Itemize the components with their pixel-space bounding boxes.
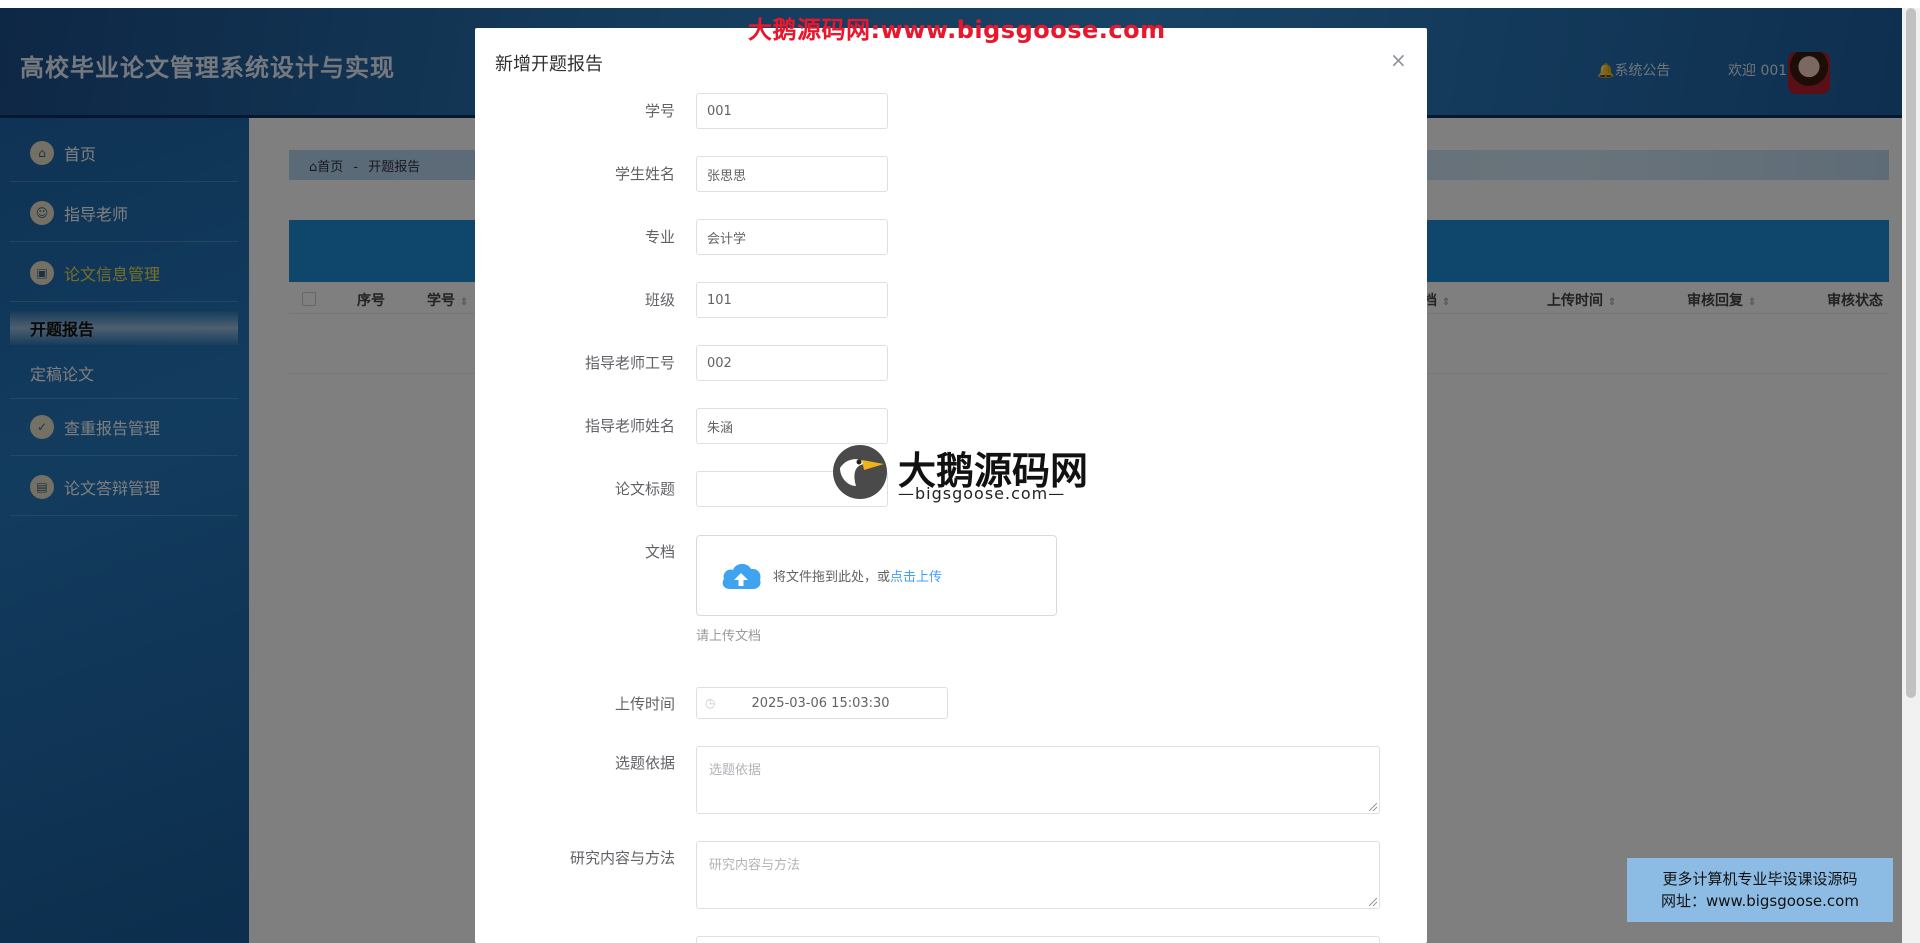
page-scrollbar[interactable] [1902, 8, 1920, 943]
upload-tip: 请上传文档 [696, 629, 762, 644]
label-class: 班级 [644, 291, 675, 309]
label-student-name: 学生姓名 [614, 165, 675, 183]
ad-banner[interactable]: 更多计算机专业毕设课设源码 网址：www.bigsgoose.com [1627, 858, 1893, 922]
label-basis: 选题依据 [614, 754, 675, 772]
watermark-top: 大鹅源码网:www.bigsgoose.com [748, 16, 1166, 44]
student-name-input[interactable]: 张思思 [696, 156, 888, 192]
major-input[interactable]: 会计学 [696, 219, 888, 255]
goose-logo-icon [833, 445, 887, 499]
clock-icon: ◷ [705, 696, 716, 710]
label-student-no: 学号 [644, 102, 675, 120]
upload-link[interactable]: 点击上传 [890, 566, 942, 585]
cloud-upload-icon [722, 563, 761, 589]
label-research: 研究内容与方法 [569, 849, 675, 867]
top-strip [0, 0, 1920, 8]
upload-time-value: 2025-03-06 15:03:30 [751, 695, 890, 711]
close-icon[interactable]: × [1390, 48, 1407, 72]
dialog-title: 新增开题报告 [495, 54, 603, 75]
upload-text: 将文件拖到此处，或 [773, 570, 891, 585]
scrollbar-thumb[interactable] [1906, 8, 1916, 698]
research-placeholder: 研究内容与方法 [709, 858, 801, 873]
upload-dropzone[interactable]: 将文件拖到此处，或 点击上传 [696, 535, 1057, 616]
student-no-input[interactable]: 001 [696, 93, 888, 129]
label-upload-time: 上传时间 [614, 695, 675, 713]
label-teacher-name: 指导老师姓名 [584, 417, 675, 435]
teacher-name-input[interactable]: 朱涵 [696, 408, 888, 444]
ad-line-2: 网址：www.bigsgoose.com [1661, 892, 1859, 910]
research-textarea[interactable]: 研究内容与方法 [696, 841, 1380, 909]
resize-handle[interactable] [1369, 803, 1377, 811]
basis-placeholder: 选题依据 [709, 763, 762, 778]
logo-subtext: —bigsgoose.com— [898, 484, 1066, 503]
watermark-logo: 大鹅源码网 —bigsgoose.com— [826, 440, 1096, 506]
label-document: 文档 [644, 543, 675, 561]
class-input[interactable]: 101 [696, 282, 888, 318]
resize-handle[interactable] [1369, 898, 1377, 906]
ad-line-1: 更多计算机专业毕设课设源码 [1662, 870, 1858, 888]
label-teacher-no: 指导老师工号 [584, 354, 675, 372]
label-thesis-title: 论文标题 [614, 480, 675, 498]
teacher-no-input[interactable]: 002 [696, 345, 888, 381]
next-field-edge[interactable] [696, 936, 1380, 943]
basis-textarea[interactable]: 选题依据 [696, 746, 1380, 814]
upload-time-picker[interactable]: ◷ 2025-03-06 15:03:30 [696, 687, 948, 719]
label-major: 专业 [644, 228, 675, 246]
